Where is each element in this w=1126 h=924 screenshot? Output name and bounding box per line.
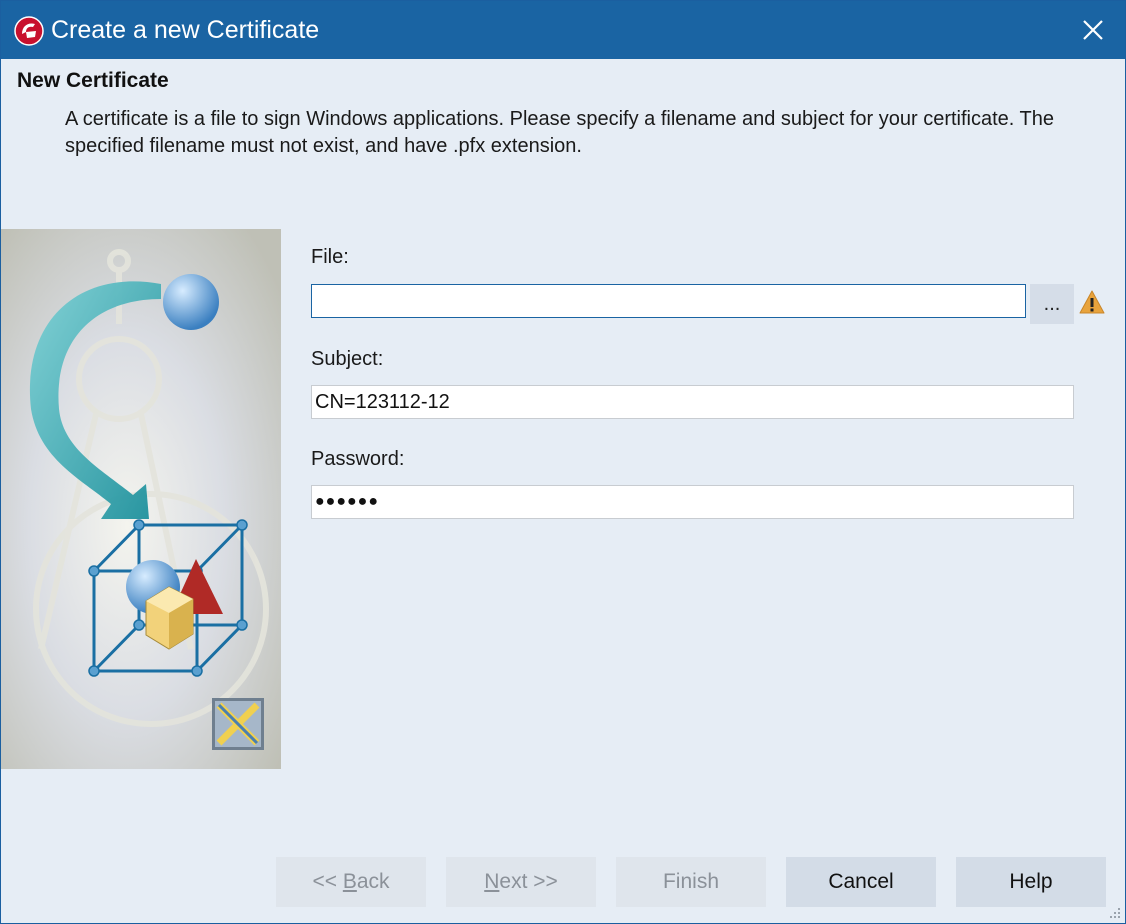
page-description: A certificate is a file to sign Windows … [65, 108, 1055, 157]
app-logo-icon [14, 16, 44, 46]
close-button[interactable] [1061, 1, 1125, 59]
window-title: Create a new Certificate [51, 16, 320, 44]
wizard-illustration [1, 229, 281, 769]
resize-grip-icon[interactable] [1109, 907, 1121, 919]
password-label: Password: [311, 448, 405, 470]
subject-input[interactable]: CN=123112-12 [311, 385, 1074, 419]
tools-badge-icon [212, 698, 264, 750]
wizard-window: Create a new Certificate New Certificate… [0, 0, 1126, 924]
file-input[interactable] [311, 284, 1026, 318]
page-title: New Certificate [17, 69, 169, 92]
help-button[interactable]: Help [956, 857, 1106, 907]
next-button[interactable]: Next >> [446, 857, 596, 907]
close-icon [1083, 20, 1103, 40]
password-input[interactable]: ●●●●●● [311, 485, 1074, 519]
file-label: File: [311, 246, 349, 268]
title-bar: Create a new Certificate [1, 1, 1125, 59]
cancel-button[interactable]: Cancel [786, 857, 936, 907]
warning-icon [1079, 290, 1105, 314]
browse-button[interactable]: ... [1030, 284, 1074, 324]
subject-label: Subject: [311, 348, 384, 370]
back-button[interactable]: << Back [276, 857, 426, 907]
finish-button[interactable]: Finish [616, 857, 766, 907]
